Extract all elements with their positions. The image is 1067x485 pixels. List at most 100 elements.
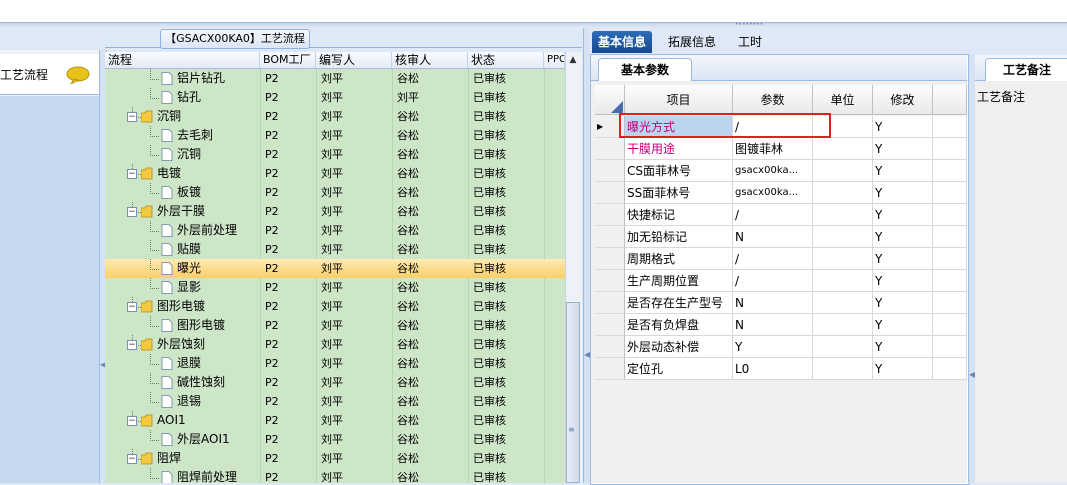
cell-item[interactable]: 是否有负焊盘: [625, 314, 733, 336]
cell-param[interactable]: N: [733, 292, 813, 314]
cell-item[interactable]: 是否存在生产型号: [625, 292, 733, 314]
param-row[interactable]: 生产周期位置 / Y: [595, 270, 967, 292]
row-header[interactable]: [595, 248, 625, 270]
param-row[interactable]: 干膜用途 图镀菲林 Y: [595, 138, 967, 160]
table-row[interactable]: − 沉铜 P2 刘平 谷松 已审核: [105, 107, 565, 126]
param-row[interactable]: 定位孔 L0 Y: [595, 358, 967, 380]
table-row[interactable]: − 图形电镀 P2 刘平 谷松 已审核: [105, 297, 565, 316]
row-header[interactable]: [595, 138, 625, 160]
table-row[interactable]: 外层AOI1 P2 刘平 谷松 已审核: [105, 430, 565, 449]
table-row[interactable]: 去毛刺 P2 刘平 谷松 已审核: [105, 126, 565, 145]
param-row[interactable]: SS面菲林号 gsacx00ka... Y: [595, 182, 967, 204]
cell-item[interactable]: 外层动态补偿: [625, 336, 733, 358]
cell-item[interactable]: 加无铅标记: [625, 226, 733, 248]
cell-param[interactable]: L0: [733, 358, 813, 380]
splitter-grip[interactable]: ••••••••: [735, 22, 765, 28]
param-row[interactable]: 外层动态补偿 Y Y: [595, 336, 967, 358]
table-row[interactable]: − 外层蚀刻 P2 刘平 谷松 已审核: [105, 335, 565, 354]
cell-modify[interactable]: Y: [873, 138, 933, 160]
tree-collapse-icon[interactable]: −: [127, 454, 137, 464]
cell-param[interactable]: Y: [733, 336, 813, 358]
tab-basic-params[interactable]: 基本参数: [598, 58, 692, 81]
cell-unit[interactable]: [813, 336, 873, 358]
cell-unit[interactable]: [813, 292, 873, 314]
table-row[interactable]: 钻孔 P2 刘平 刘平 已审核: [105, 88, 565, 107]
table-row[interactable]: 退膜 P2 刘平 谷松 已审核: [105, 354, 565, 373]
cell-unit[interactable]: [813, 226, 873, 248]
cell-unit[interactable]: [813, 138, 873, 160]
table-row[interactable]: − 外层干膜 P2 刘平 谷松 已审核: [105, 202, 565, 221]
col-header-ppc[interactable]: PPC: [544, 52, 565, 68]
cell-unit[interactable]: [813, 182, 873, 204]
cell-param[interactable]: gsacx00ka...: [733, 182, 813, 204]
cell-modify[interactable]: Y: [873, 182, 933, 204]
chat-bubble-icon[interactable]: [66, 66, 90, 84]
param-row[interactable]: 周期格式 / Y: [595, 248, 967, 270]
middle-splitter[interactable]: [583, 28, 590, 483]
cell-modify[interactable]: Y: [873, 314, 933, 336]
cell-modify[interactable]: Y: [873, 204, 933, 226]
table-row[interactable]: 曝光 P2 刘平 谷松 已审核: [105, 259, 565, 278]
cell-param[interactable]: /: [733, 204, 813, 226]
cell-modify[interactable]: Y: [873, 226, 933, 248]
cell-param[interactable]: N: [733, 226, 813, 248]
cell-unit[interactable]: [813, 160, 873, 182]
cell-unit[interactable]: [813, 270, 873, 292]
table-row[interactable]: 外层前处理 P2 刘平 谷松 已审核: [105, 221, 565, 240]
tree-collapse-icon[interactable]: −: [127, 207, 137, 217]
table-row[interactable]: 贴膜 P2 刘平 谷松 已审核: [105, 240, 565, 259]
cell-item[interactable]: 周期格式: [625, 248, 733, 270]
tab-work-hours[interactable]: 工时: [732, 31, 768, 53]
row-header[interactable]: [595, 336, 625, 358]
row-header[interactable]: [595, 270, 625, 292]
col-header-unit[interactable]: 单位: [813, 85, 873, 115]
scrollbar-thumb[interactable]: [566, 302, 580, 483]
collapse-center-icon[interactable]: ◀: [584, 350, 590, 360]
tab-extended-info[interactable]: 拓展信息: [662, 31, 722, 53]
cell-unit[interactable]: [813, 204, 873, 226]
row-header[interactable]: [595, 292, 625, 314]
scroll-up-icon[interactable]: ▲: [566, 53, 580, 67]
cell-item[interactable]: 定位孔: [625, 358, 733, 380]
tree-collapse-icon[interactable]: −: [127, 169, 137, 179]
col-header-flow[interactable]: 流程: [105, 52, 260, 68]
right-splitter[interactable]: [968, 54, 975, 483]
table-row[interactable]: 铝片钻孔 P2 刘平 谷松 已审核: [105, 69, 565, 88]
tree-collapse-icon[interactable]: −: [127, 302, 137, 312]
table-row[interactable]: − 电镀 P2 刘平 谷松 已审核: [105, 164, 565, 183]
col-header-item[interactable]: 项目: [625, 85, 733, 115]
col-header-bom[interactable]: BOM工厂: [260, 52, 316, 68]
cell-unit[interactable]: [813, 358, 873, 380]
cell-param[interactable]: /: [733, 248, 813, 270]
cell-modify[interactable]: Y: [873, 292, 933, 314]
param-row[interactable]: 是否有负焊盘 N Y: [595, 314, 967, 336]
table-row[interactable]: 阻焊前处理 P2 刘平 谷松 已审核: [105, 468, 565, 483]
row-header[interactable]: [595, 204, 625, 226]
collapse-left-icon[interactable]: ◀: [100, 360, 106, 370]
cell-item[interactable]: 生产周期位置: [625, 270, 733, 292]
table-row[interactable]: 板镀 P2 刘平 谷松 已审核: [105, 183, 565, 202]
cell-modify[interactable]: Y: [873, 116, 933, 138]
cell-item[interactable]: CS面菲林号: [625, 160, 733, 182]
row-header[interactable]: [595, 358, 625, 380]
table-row[interactable]: 退锡 P2 刘平 谷松 已审核: [105, 392, 565, 411]
row-header[interactable]: [595, 182, 625, 204]
tree-collapse-icon[interactable]: −: [127, 416, 137, 426]
cell-unit[interactable]: [813, 248, 873, 270]
cell-item[interactable]: 干膜用途: [625, 138, 733, 160]
tab-basic-info[interactable]: 基本信息: [592, 31, 653, 53]
cell-unit[interactable]: [813, 314, 873, 336]
param-row[interactable]: CS面菲林号 gsacx00ka... Y: [595, 160, 967, 182]
cell-modify[interactable]: Y: [873, 336, 933, 358]
row-header[interactable]: [595, 160, 625, 182]
tab-process-remarks[interactable]: 工艺备注: [985, 58, 1067, 81]
table-row[interactable]: − 阻焊 P2 刘平 谷松 已审核: [105, 449, 565, 468]
cell-param[interactable]: 图镀菲林: [733, 138, 813, 160]
tree-collapse-icon[interactable]: −: [127, 112, 137, 122]
col-header-param[interactable]: 参数: [733, 85, 813, 115]
collapse-right-icon[interactable]: ◀: [969, 370, 975, 380]
cell-item[interactable]: 快捷标记: [625, 204, 733, 226]
cell-param[interactable]: /: [733, 270, 813, 292]
col-header-writer[interactable]: 编写人: [316, 52, 392, 68]
param-row[interactable]: 快捷标记 / Y: [595, 204, 967, 226]
